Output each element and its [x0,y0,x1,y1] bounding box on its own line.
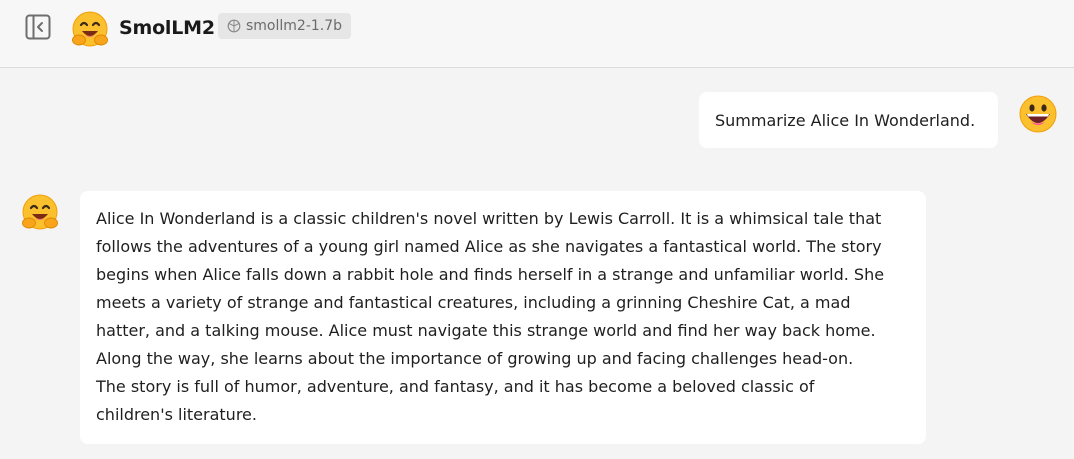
assistant-message-line: begins when Alice falls down a rabbit ho… [96,265,885,284]
user-avatar-icon [1018,94,1058,134]
assistant-message-line: hatter, and a talking mouse. Alice must … [96,321,876,340]
assistant-message-line: Alice In Wonderland is a classic childre… [96,209,882,228]
sidebar-collapse-icon [25,14,51,44]
user-message-bubble: Summarize Alice In Wonderland. [699,92,998,148]
assistant-message-line: Along the way, she learns about the impo… [96,349,854,368]
model-badge: smollm2-1.7b [218,13,352,39]
header-bar: SmolLM2 smollm2-1.7b [0,0,1074,68]
model-cube-icon [227,19,241,33]
user-message-text: Summarize Alice In Wonderland. [715,110,976,130]
assistant-message-line: children's literature. [96,405,257,424]
hugging-face-logo-icon [70,10,110,50]
assistant-message-line: meets a variety of strange and fantastic… [96,293,851,312]
assistant-avatar-icon [20,193,60,233]
assistant-message-line: follows the adventures of a young girl n… [96,237,882,256]
model-badge-label: smollm2-1.7b [246,18,343,34]
assistant-message-line: The story is full of humor, adventure, a… [96,377,815,396]
assistant-message-bubble: Alice In Wonderland is a classic childre… [80,191,926,444]
sidebar-toggle-button[interactable] [24,14,52,44]
app-title: SmolLM2 [119,17,215,39]
